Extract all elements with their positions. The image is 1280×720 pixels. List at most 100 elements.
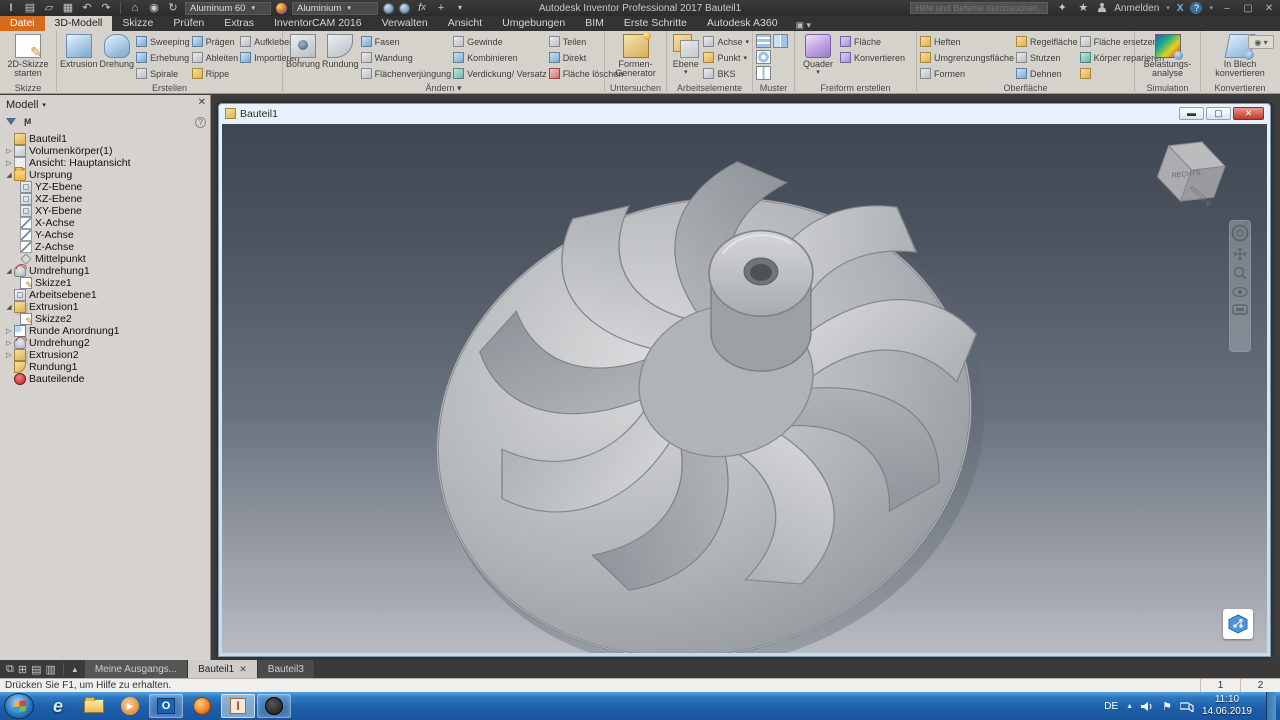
home-view-icon[interactable]: ⌂ bbox=[128, 2, 142, 15]
document-window-titlebar[interactable]: Bauteil1 ▬ ▢ ✕ bbox=[219, 104, 1270, 123]
taskbar-recorder[interactable] bbox=[257, 694, 291, 718]
tab-skizze[interactable]: Skizze bbox=[112, 16, 163, 31]
taskbar-outlook[interactable]: O bbox=[149, 694, 183, 718]
taskbar-media-player[interactable]: ▶ bbox=[113, 694, 147, 718]
clock[interactable]: 11:10 14.06.2019 bbox=[1202, 694, 1258, 718]
mirror-icon[interactable] bbox=[773, 34, 788, 48]
start-button[interactable] bbox=[4, 693, 34, 719]
material-select[interactable]: Aluminum 60 ▾ bbox=[185, 1, 271, 15]
signin-link[interactable]: Anmelden bbox=[1114, 3, 1159, 14]
tab-erste-schritte[interactable]: Erste Schritte bbox=[614, 16, 697, 31]
formen-button[interactable]: Formen bbox=[920, 66, 1014, 81]
open-icon[interactable]: ▱ bbox=[42, 2, 56, 15]
bks-button[interactable]: BKS bbox=[703, 66, 749, 81]
tree-item-ursprung[interactable]: ◢ Ursprung bbox=[4, 167, 210, 181]
taskbar-internet-explorer[interactable]: e bbox=[41, 694, 75, 718]
erhebung-button[interactable]: Erhebung bbox=[136, 50, 190, 65]
search-binoculars-icon[interactable]: ϻ bbox=[24, 116, 32, 127]
start-2d-sketch-button[interactable]: 2D-Skizze starten bbox=[3, 33, 53, 79]
tab-verwalten[interactable]: Verwalten bbox=[372, 16, 438, 31]
tab-bauteil3[interactable]: Bauteil3 bbox=[257, 660, 315, 678]
undo-icon[interactable]: ↶ bbox=[80, 2, 94, 15]
impeller-model[interactable] bbox=[222, 124, 1267, 653]
achse-button[interactable]: Achse ▾ bbox=[703, 34, 749, 49]
taskbar-inventor[interactable]: I bbox=[221, 694, 255, 718]
signin-dropdown-icon[interactable]: ▾ bbox=[1166, 4, 1170, 12]
fasen-button[interactable]: Fasen bbox=[360, 34, 452, 49]
exchange-apps-icon[interactable]: X bbox=[1177, 3, 1184, 14]
tree-item-skizze2[interactable]: Skizze2 bbox=[4, 313, 210, 327]
tree-item-mittelpunkt[interactable]: Mittelpunkt bbox=[4, 253, 210, 265]
tree-item-z-achse[interactable]: Z-Achse bbox=[4, 241, 210, 253]
tree-item-x-achse[interactable]: X-Achse bbox=[4, 217, 210, 229]
belastungsanalyse-button[interactable]: Belastungs- analyse bbox=[1139, 33, 1197, 79]
doc-minimize-button[interactable]: ▬ bbox=[1179, 107, 1204, 120]
navigation-bar[interactable]: ✕ bbox=[1229, 220, 1251, 352]
orbit-icon[interactable] bbox=[1232, 286, 1248, 298]
viewcube[interactable]: RECHTS HINTEN bbox=[1151, 134, 1231, 214]
gewinde-button[interactable]: Gewinde bbox=[453, 34, 547, 49]
help-dropdown-icon[interactable]: ▾ bbox=[1209, 4, 1213, 12]
zoom-icon[interactable] bbox=[1233, 266, 1247, 280]
tree-item-yz-ebene[interactable]: YZ-Ebene bbox=[4, 181, 210, 193]
heften-button[interactable]: Heften bbox=[920, 34, 1014, 49]
rectangular-pattern-icon[interactable] bbox=[756, 34, 771, 48]
filter-icon[interactable] bbox=[6, 117, 16, 125]
doc-close-button[interactable]: ✕ bbox=[1233, 107, 1264, 120]
tab-close-icon[interactable]: ✕ bbox=[239, 664, 247, 675]
regelflaeche-button[interactable]: Regelfläche bbox=[1016, 34, 1078, 49]
expander-icon[interactable]: ▷ bbox=[4, 147, 14, 155]
navbar-close-icon[interactable]: ✕ bbox=[1243, 220, 1249, 228]
circular-pattern-icon[interactable] bbox=[756, 50, 771, 64]
update-icon[interactable]: ↻ bbox=[166, 2, 180, 15]
search-icon[interactable] bbox=[1055, 2, 1069, 15]
show-desktop-button[interactable] bbox=[1266, 692, 1276, 720]
render-icon[interactable]: ◉ bbox=[147, 2, 161, 15]
measure-plus-icon[interactable]: + bbox=[434, 2, 448, 15]
browser-header[interactable]: Modell ▾ bbox=[0, 95, 210, 113]
volume-icon[interactable] bbox=[1141, 701, 1154, 712]
rippe-button[interactable]: Rippe bbox=[191, 66, 239, 81]
minimize-button[interactable]: – bbox=[1220, 3, 1234, 14]
spirale-button[interactable]: Spirale bbox=[136, 66, 190, 81]
browser-help-icon[interactable]: ? bbox=[195, 117, 206, 128]
tab-bim[interactable]: BIM bbox=[575, 16, 614, 31]
browser-close-icon[interactable]: ✕ bbox=[198, 97, 206, 108]
tab-pruefen[interactable]: Prüfen bbox=[163, 16, 214, 31]
tray-expand-icon[interactable]: ▲ bbox=[1126, 703, 1133, 710]
tree-item-ansicht[interactable]: ▷ Ansicht: Hauptansicht bbox=[4, 157, 210, 169]
tree-item-umdrehung1[interactable]: ◢ Umdrehung1 bbox=[4, 264, 210, 277]
expander-icon[interactable]: ▷ bbox=[4, 159, 14, 167]
quader-button[interactable]: Quader ▾ bbox=[798, 33, 838, 77]
expander-icon[interactable]: ◢ bbox=[4, 303, 14, 311]
save-icon[interactable]: ▦ bbox=[61, 2, 75, 15]
ebene-button[interactable]: Ebene ▾ bbox=[670, 33, 701, 77]
expand-strip-icon[interactable]: ▲ bbox=[71, 665, 79, 674]
freiform-flaeche-button[interactable]: Fläche bbox=[840, 34, 905, 49]
tree-item-xz-ebene[interactable]: XZ-Ebene bbox=[4, 193, 210, 205]
restore-button[interactable]: ▢ bbox=[1241, 3, 1255, 14]
dehnen-button[interactable]: Dehnen bbox=[1016, 66, 1078, 81]
tree-item-arbeitsebene1[interactable]: Arbeitsebene1 bbox=[4, 289, 210, 301]
help-icon[interactable]: ? bbox=[1190, 2, 1203, 14]
group-label-aendern[interactable]: Ändern ▾ bbox=[283, 82, 604, 94]
tree-item-extrusion2[interactable]: ▷ Extrusion2 bbox=[4, 349, 210, 361]
network-icon[interactable] bbox=[1179, 701, 1194, 712]
appearance-select[interactable]: Aluminium ▾ bbox=[292, 1, 378, 15]
tree-item-y-achse[interactable]: Y-Achse bbox=[4, 229, 210, 241]
tile-windows-icon[interactable]: ⊞ bbox=[18, 663, 27, 676]
expander-icon[interactable]: ◢ bbox=[4, 267, 14, 275]
ribbon-overflow-button[interactable]: ◉ ▾ bbox=[1248, 35, 1274, 49]
kombinieren-button[interactable]: Kombinieren bbox=[453, 50, 547, 65]
expander-icon[interactable]: ▷ bbox=[4, 327, 14, 335]
stutzen-button[interactable]: Stutzen bbox=[1016, 50, 1078, 65]
action-center-flag-icon[interactable]: ⚑ bbox=[1162, 700, 1172, 713]
expander-icon[interactable]: ▷ bbox=[4, 339, 14, 347]
freiform-konvertieren-button[interactable]: Konvertieren bbox=[840, 50, 905, 65]
parameters-fx-icon[interactable]: fx bbox=[415, 2, 429, 15]
close-button[interactable]: ✕ bbox=[1262, 3, 1276, 14]
pan-icon[interactable] bbox=[1233, 248, 1247, 260]
arrange-vertical-icon[interactable]: ▥ bbox=[45, 663, 55, 676]
tree-item-bauteil1[interactable]: Bauteil1 bbox=[4, 133, 210, 145]
expander-icon[interactable]: ▷ bbox=[4, 351, 14, 359]
